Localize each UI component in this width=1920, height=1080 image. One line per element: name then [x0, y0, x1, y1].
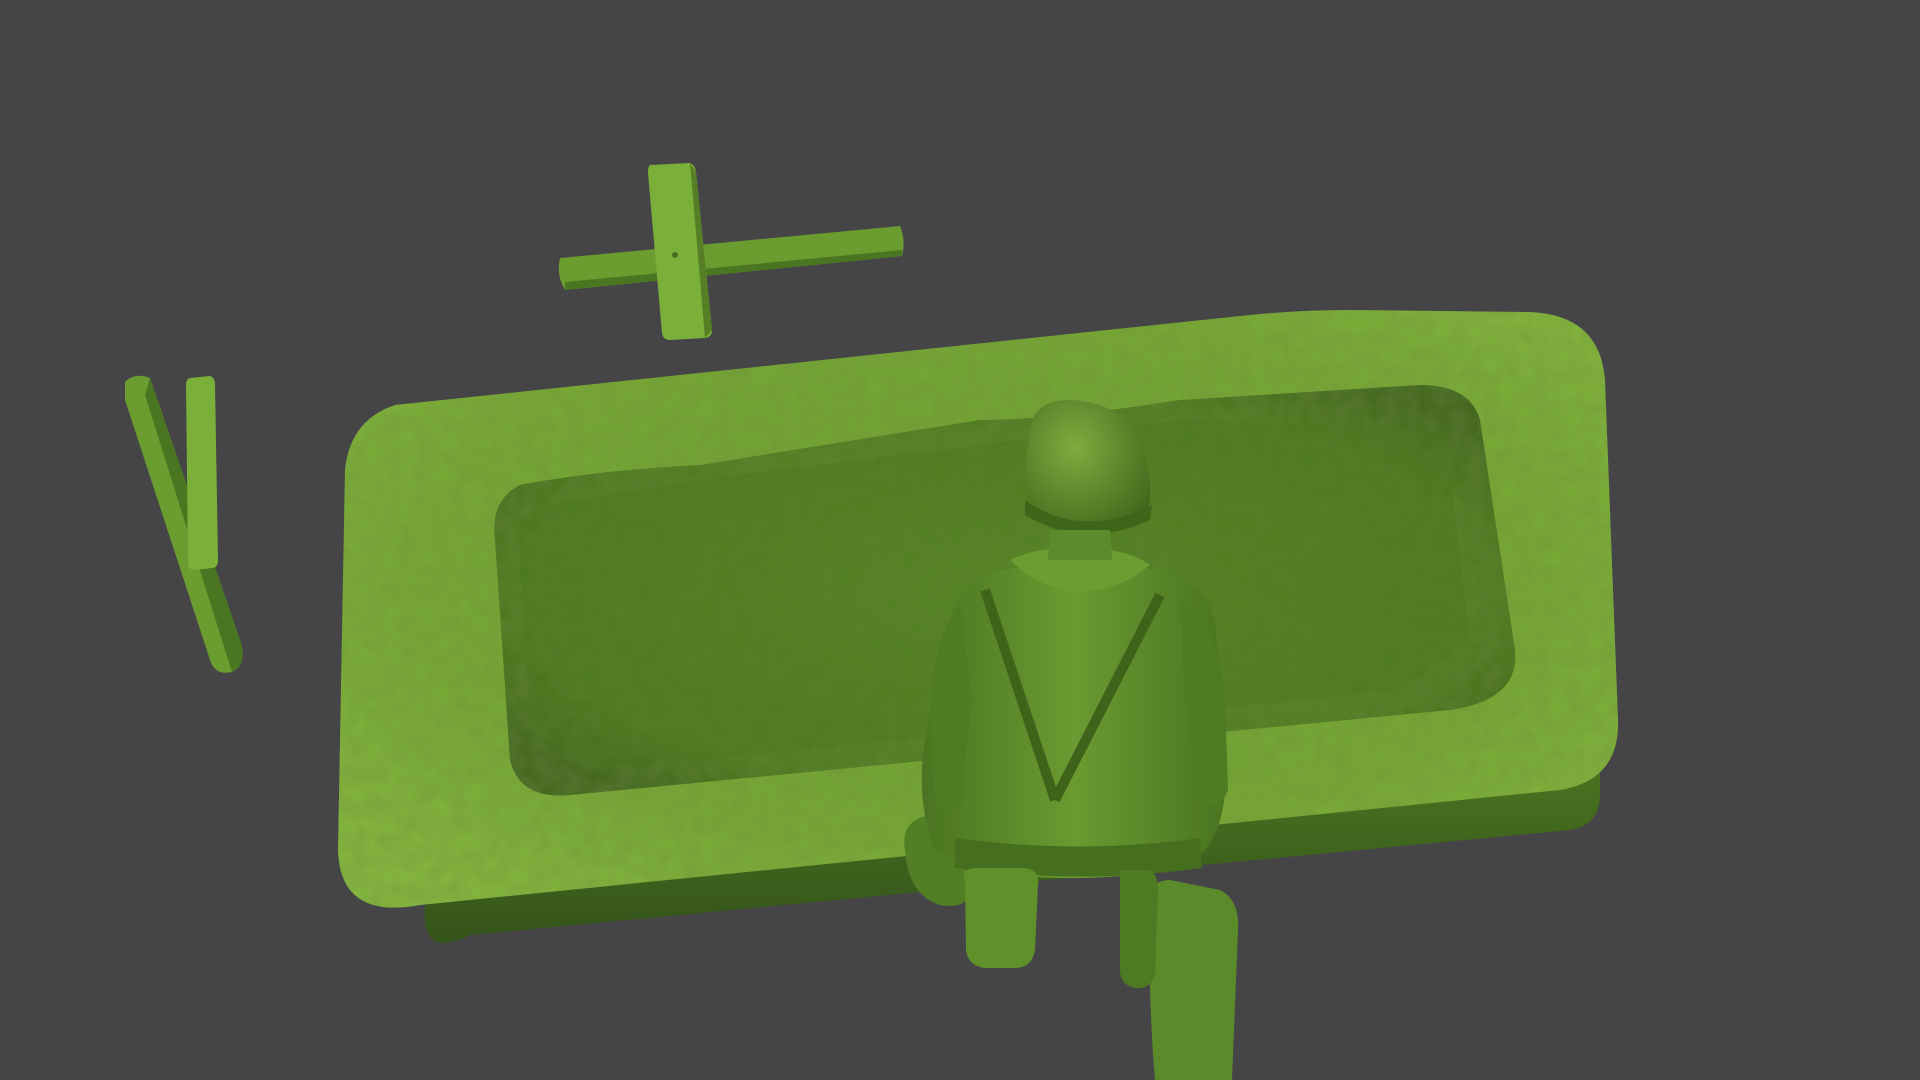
soldier-holster — [1120, 870, 1158, 989]
soldier-neck — [1048, 530, 1112, 560]
broken-cross-marker — [125, 375, 243, 673]
soldier-canteen — [963, 868, 1039, 968]
render-viewport — [125, 163, 1619, 1080]
wooden-cross-marker — [558, 163, 904, 340]
broken-cross-plank — [186, 376, 218, 570]
soldier-leg — [1149, 880, 1239, 1080]
cross-nail — [672, 252, 678, 258]
